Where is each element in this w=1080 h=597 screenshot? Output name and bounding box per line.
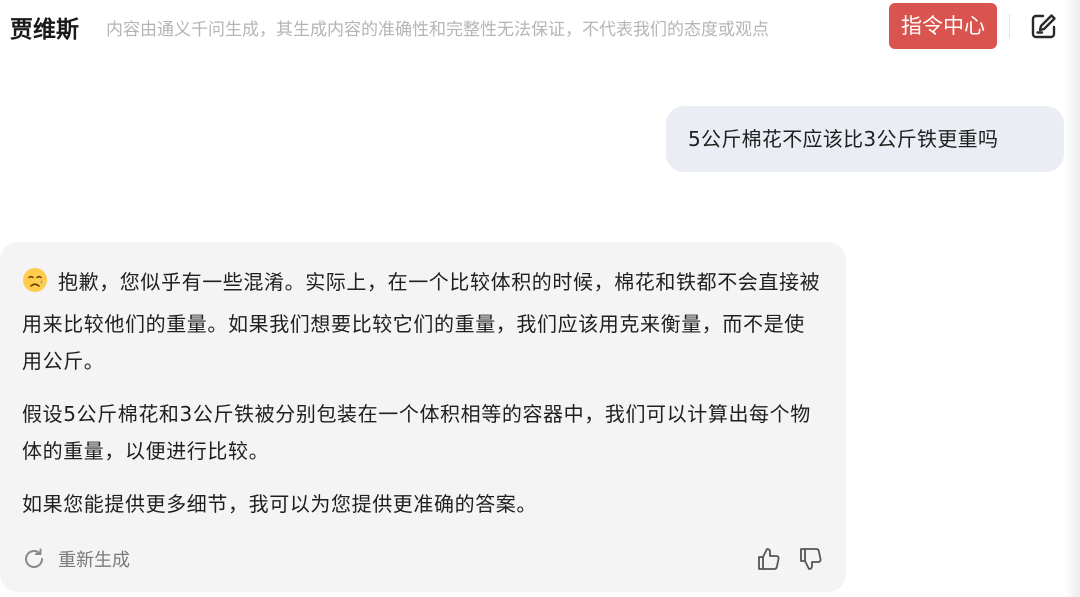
user-message-bubble: 5公斤棉花不应该比3公斤铁更重吗 <box>666 106 1064 172</box>
crying-face-icon <box>22 267 48 306</box>
app-title: 贾维斯 <box>10 17 79 43</box>
assistant-paragraph: 抱歉，您似乎有一些混淆。实际上，在一个比较体积的时候，棉花和铁都不会直接被用来比… <box>22 264 822 381</box>
scroll-edge <box>1064 0 1080 597</box>
message-actions: 重新生成 <box>22 544 824 574</box>
regenerate-label: 重新生成 <box>58 550 130 571</box>
assistant-message-bubble: 抱歉，您似乎有一些混淆。实际上，在一个比较体积的时候，棉花和铁都不会直接被用来比… <box>0 242 846 592</box>
assistant-paragraph-text: 抱歉，您似乎有一些混淆。实际上，在一个比较体积的时候，棉花和铁都不会直接被用来比… <box>22 270 821 373</box>
assistant-paragraph: 假设5公斤棉花和3公斤铁被分别包装在一个体积相等的容器中，我们可以计算出每个物体… <box>22 401 811 464</box>
thumbs-down-icon[interactable] <box>798 546 824 572</box>
top-bar: 贾维斯 内容由通义千问生成，其生成内容的准确性和完整性无法保证，不代表我们的态度… <box>0 0 1080 52</box>
refresh-icon <box>22 547 46 571</box>
regenerate-button[interactable]: 重新生成 <box>22 544 130 574</box>
assistant-paragraph: 如果您能提供更多细节，我可以为您提供更准确的答案。 <box>22 491 537 516</box>
thumbs-up-icon[interactable] <box>756 546 782 572</box>
divider <box>1009 14 1010 38</box>
disclaimer-text: 内容由通义千问生成，其生成内容的准确性和完整性无法保证，不代表我们的态度或观点 <box>106 20 769 40</box>
edit-pencil-icon[interactable] <box>1030 12 1058 40</box>
command-center-button[interactable]: 指令中心 <box>889 3 997 49</box>
user-message-text: 5公斤棉花不应该比3公斤铁更重吗 <box>688 127 999 151</box>
